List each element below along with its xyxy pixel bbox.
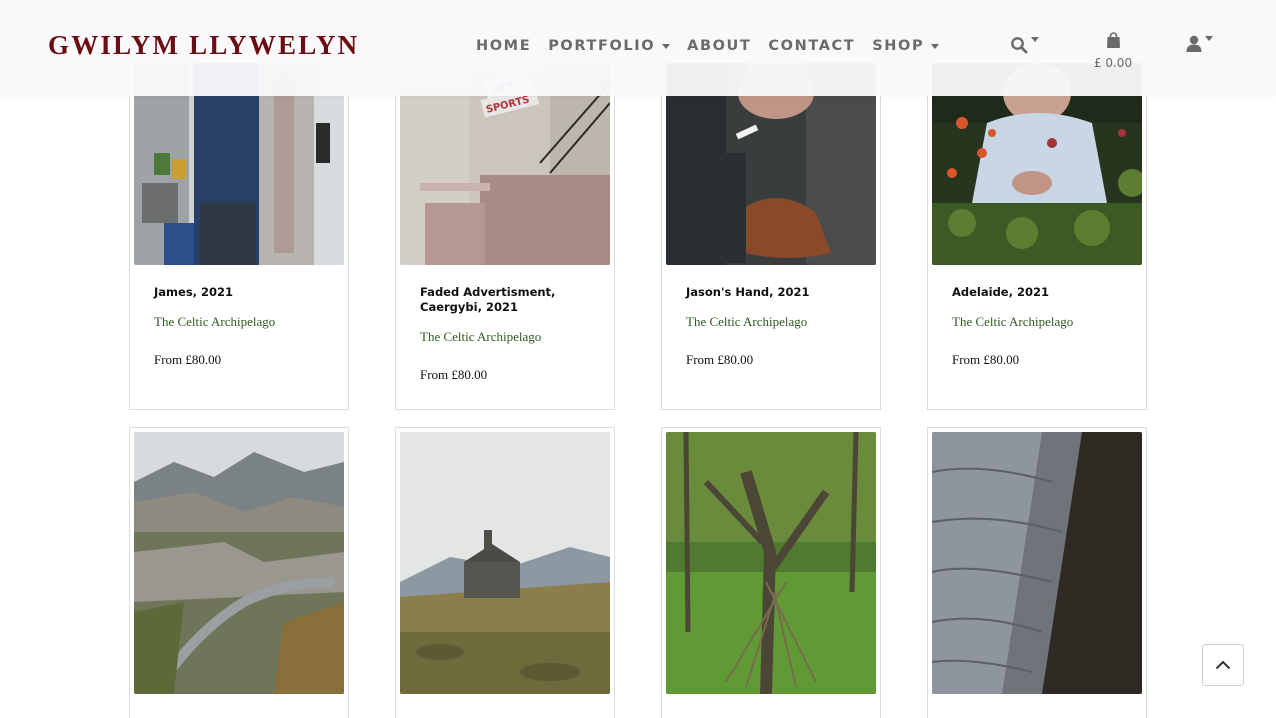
product-image[interactable] bbox=[666, 432, 876, 694]
product-card[interactable] bbox=[129, 427, 349, 718]
product-title[interactable]: Faded Advertisment, Caergybi, 2021 bbox=[420, 285, 590, 315]
product-image[interactable] bbox=[400, 432, 610, 694]
product-price: From £80.00 bbox=[952, 352, 1020, 367]
nav-portfolio[interactable]: PORTFOLIO bbox=[548, 38, 671, 54]
cart-button[interactable]: £ 0.00 bbox=[1090, 32, 1136, 70]
product-card[interactable] bbox=[927, 427, 1147, 718]
product-image[interactable] bbox=[134, 432, 344, 694]
product-card[interactable] bbox=[661, 427, 881, 718]
product-collection[interactable]: The Celtic Archipelago bbox=[952, 314, 1073, 330]
product-title[interactable]: Adelaide, 2021 bbox=[952, 285, 1122, 300]
caret-down-icon bbox=[662, 43, 671, 49]
shopping-bag-icon bbox=[1106, 32, 1120, 48]
cart-total: £ 0.00 bbox=[1093, 56, 1133, 70]
nav-contact[interactable]: CONTACT bbox=[768, 38, 855, 54]
nav-shop[interactable]: SHOP bbox=[872, 38, 940, 54]
site-logo[interactable]: GWILYM LLYWELYN bbox=[48, 30, 359, 61]
product-price: From £80.00 bbox=[154, 352, 222, 367]
product-title[interactable]: Jason's Hand, 2021 bbox=[686, 285, 856, 300]
product-collection[interactable]: The Celtic Archipelago bbox=[420, 329, 541, 345]
product-card[interactable] bbox=[395, 427, 615, 718]
nav-home[interactable]: HOME bbox=[476, 38, 531, 54]
caret-down-icon bbox=[1205, 36, 1213, 41]
scroll-to-top-button[interactable] bbox=[1202, 644, 1244, 686]
nav-about[interactable]: ABOUT bbox=[687, 38, 751, 54]
site-header: GWILYM LLYWELYN HOME PORTFOLIO ABOUT CON… bbox=[0, 0, 1276, 96]
product-price: From £80.00 bbox=[420, 367, 488, 382]
product-image[interactable] bbox=[932, 432, 1142, 694]
caret-down-icon bbox=[931, 43, 940, 49]
chevron-up-icon bbox=[1215, 660, 1231, 670]
caret-down-icon bbox=[1031, 37, 1039, 42]
product-title[interactable]: James, 2021 bbox=[154, 285, 324, 300]
product-price: From £80.00 bbox=[686, 352, 754, 367]
user-icon bbox=[1186, 35, 1202, 52]
product-collection[interactable]: The Celtic Archipelago bbox=[686, 314, 807, 330]
account-button[interactable] bbox=[1186, 34, 1213, 52]
search-icon bbox=[1011, 37, 1028, 54]
main-nav: HOME PORTFOLIO ABOUT CONTACT SHOP bbox=[476, 38, 956, 54]
search-button[interactable] bbox=[1010, 36, 1039, 54]
product-collection[interactable]: The Celtic Archipelago bbox=[154, 314, 275, 330]
